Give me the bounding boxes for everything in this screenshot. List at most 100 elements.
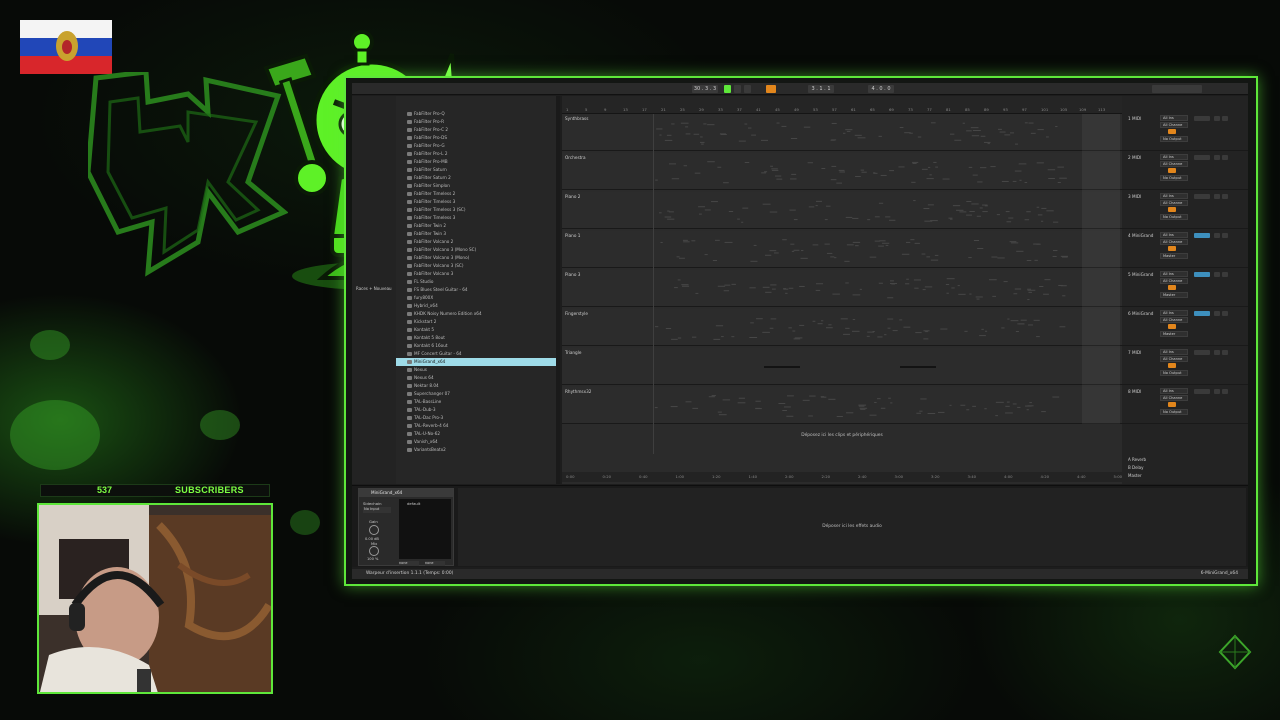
input-channel-select[interactable]: All Channe	[1160, 200, 1188, 206]
browser-item[interactable]: FabFilter Volcano 3 (Mono)	[396, 254, 556, 262]
midi-clip[interactable]	[654, 274, 1074, 304]
output-select[interactable]: No Output	[1160, 175, 1188, 181]
track-name[interactable]: Piano 1	[565, 233, 580, 238]
browser-item[interactable]: Nektar 8.04	[396, 382, 556, 390]
drop-clips-area[interactable]: Déposez ici les clips et périphériques	[562, 426, 1122, 446]
track-lane[interactable]: Piano 3	[562, 270, 1122, 307]
browser-item[interactable]: FabFilter Timeless 3	[396, 214, 556, 222]
input-channel-select[interactable]: All Channe	[1160, 278, 1188, 284]
input-type-select[interactable]: All Ins	[1160, 115, 1188, 121]
browser-item[interactable]: FabFilter Simplon	[396, 182, 556, 190]
instrument-device-title[interactable]: MiniGrand_x64	[359, 489, 453, 497]
browser-item[interactable]: Vanish_x64	[396, 438, 556, 446]
mixer-channel-name[interactable]: 2 MIDI	[1128, 155, 1141, 160]
browser-item[interactable]: Kontakt 5	[396, 326, 556, 334]
arm-button[interactable]	[1222, 155, 1228, 160]
sidechain-input-select[interactable]: No Input	[363, 507, 391, 513]
monitor-off-toggle[interactable]	[1168, 324, 1176, 329]
browser-scrollbar[interactable]	[556, 96, 560, 484]
output-select[interactable]: No Output	[1160, 136, 1188, 142]
output-select[interactable]: No Output	[1160, 409, 1188, 415]
track-name[interactable]: Rhythmsx32	[565, 389, 591, 394]
mixer-channel-name[interactable]: 3 MIDI	[1128, 194, 1141, 199]
browser-item[interactable]: FabFilter Saturn	[396, 166, 556, 174]
midi-clip[interactable]	[654, 118, 1074, 148]
browser-item[interactable]: TAL-BassLine	[396, 398, 556, 406]
input-type-select[interactable]: All Ins	[1160, 232, 1188, 238]
track-lane[interactable]: Fingerstyle	[562, 309, 1122, 346]
monitor-off-toggle[interactable]	[1168, 363, 1176, 368]
volume-slider[interactable]	[1194, 311, 1210, 316]
solo-button[interactable]	[1214, 155, 1220, 160]
solo-button[interactable]	[1214, 116, 1220, 121]
mixer-channel-name[interactable]: 8 MIDI	[1128, 389, 1141, 394]
mixer-channel-name[interactable]: 5 MiniGrand	[1128, 272, 1153, 277]
browser-item[interactable]: FabFilter Pro-R	[396, 118, 556, 126]
browser-item[interactable]: FabFilter Volcano 3	[396, 270, 556, 278]
midi-clip[interactable]	[654, 196, 1074, 226]
browser-item[interactable]: Kontakt 5 8out	[396, 334, 556, 342]
monitor-off-toggle[interactable]	[1168, 207, 1176, 212]
output-select[interactable]: No Output	[1160, 370, 1188, 376]
browser-item[interactable]: FabFilter Timeless 3	[396, 198, 556, 206]
play-button[interactable]	[724, 85, 731, 93]
input-type-select[interactable]: All Ins	[1160, 310, 1188, 316]
track-lane[interactable]: Piano 1	[562, 231, 1122, 268]
arm-button[interactable]	[1222, 194, 1228, 199]
input-type-select[interactable]: All Ins	[1160, 154, 1188, 160]
return-track[interactable]: B Delay	[1122, 464, 1248, 472]
arm-button[interactable]	[1222, 116, 1228, 121]
stop-button[interactable]	[734, 85, 741, 93]
browser-item[interactable]: FabFilter Pro-Q	[396, 110, 556, 118]
browser-item[interactable]: FabFilter Pro-MB	[396, 158, 556, 166]
arm-button[interactable]	[1222, 233, 1228, 238]
browser-item[interactable]: MF Concert Guitar - 64	[396, 350, 556, 358]
track-name[interactable]: Fingerstyle	[565, 311, 588, 316]
input-channel-select[interactable]: All Channe	[1160, 239, 1188, 245]
browser-item[interactable]: FS Blues Steel Guitar - 64	[396, 286, 556, 294]
browser-item[interactable]: Hybrid_x64	[396, 302, 556, 310]
track-name[interactable]: Piano 3	[565, 272, 580, 277]
midi-clip[interactable]	[654, 391, 1074, 421]
browser-item[interactable]: FL Studio	[396, 278, 556, 286]
track-lane[interactable]: Piano 2	[562, 192, 1122, 229]
track-lane[interactable]: Rhythmsx32	[562, 387, 1122, 424]
browser-item[interactable]: Kickstart 2	[396, 318, 556, 326]
browser-item[interactable]: TAL-Dac Pro-3	[396, 414, 556, 422]
browser-item[interactable]: FabFilter Pro-C 2	[396, 126, 556, 134]
monitor-off-toggle[interactable]	[1168, 246, 1176, 251]
solo-button[interactable]	[1214, 233, 1220, 238]
browser-item[interactable]: fury800X	[396, 294, 556, 302]
input-type-select[interactable]: All Ins	[1160, 388, 1188, 394]
gain-knob[interactable]	[369, 525, 379, 535]
browser-item[interactable]: FabFilter Volcano 3 (SC)	[396, 262, 556, 270]
arm-button[interactable]	[1222, 350, 1228, 355]
output-select[interactable]: Master	[1160, 292, 1188, 298]
solo-button[interactable]	[1214, 311, 1220, 316]
midi-clip[interactable]	[654, 157, 1074, 187]
browser-item[interactable]: Nexus	[396, 366, 556, 374]
browser-item[interactable]: FabFilter Pro-G	[396, 142, 556, 150]
return-track[interactable]: A Reverb	[1122, 456, 1248, 464]
track-lane[interactable]: Triangle	[562, 348, 1122, 385]
track-lane[interactable]: Synthbrass	[562, 114, 1122, 151]
input-channel-select[interactable]: All Channe	[1160, 122, 1188, 128]
browser-item[interactable]: FabFilter Twin 2	[396, 222, 556, 230]
volume-slider[interactable]	[1194, 350, 1210, 355]
midi-clip[interactable]	[654, 352, 1074, 382]
input-channel-select[interactable]: All Channe	[1160, 395, 1188, 401]
browser-item[interactable]: FabFilter Twin 3	[396, 230, 556, 238]
browser-item[interactable]: FabFilter Timeless 3 (SC)	[396, 206, 556, 214]
solo-button[interactable]	[1214, 350, 1220, 355]
loop-region[interactable]	[1082, 114, 1120, 424]
input-type-select[interactable]: All Ins	[1160, 271, 1188, 277]
drop-audio-effects-area[interactable]: Déposer ici les effets audio	[458, 488, 1246, 566]
time-ruler[interactable]: 0:00 0:20 0:40 1:00 1:20 1:40 2:00 2:20 2:40 3:00…	[562, 472, 1122, 482]
track-lane[interactable]: Orchestra	[562, 153, 1122, 190]
output-select[interactable]: Master	[1160, 331, 1188, 337]
output-select[interactable]: No Output	[1160, 214, 1188, 220]
input-channel-select[interactable]: All Channe	[1160, 356, 1188, 362]
browser-item[interactable]: TAL-Dub-3	[396, 406, 556, 414]
loop-toggle[interactable]	[766, 85, 776, 93]
volume-slider[interactable]	[1194, 155, 1210, 160]
